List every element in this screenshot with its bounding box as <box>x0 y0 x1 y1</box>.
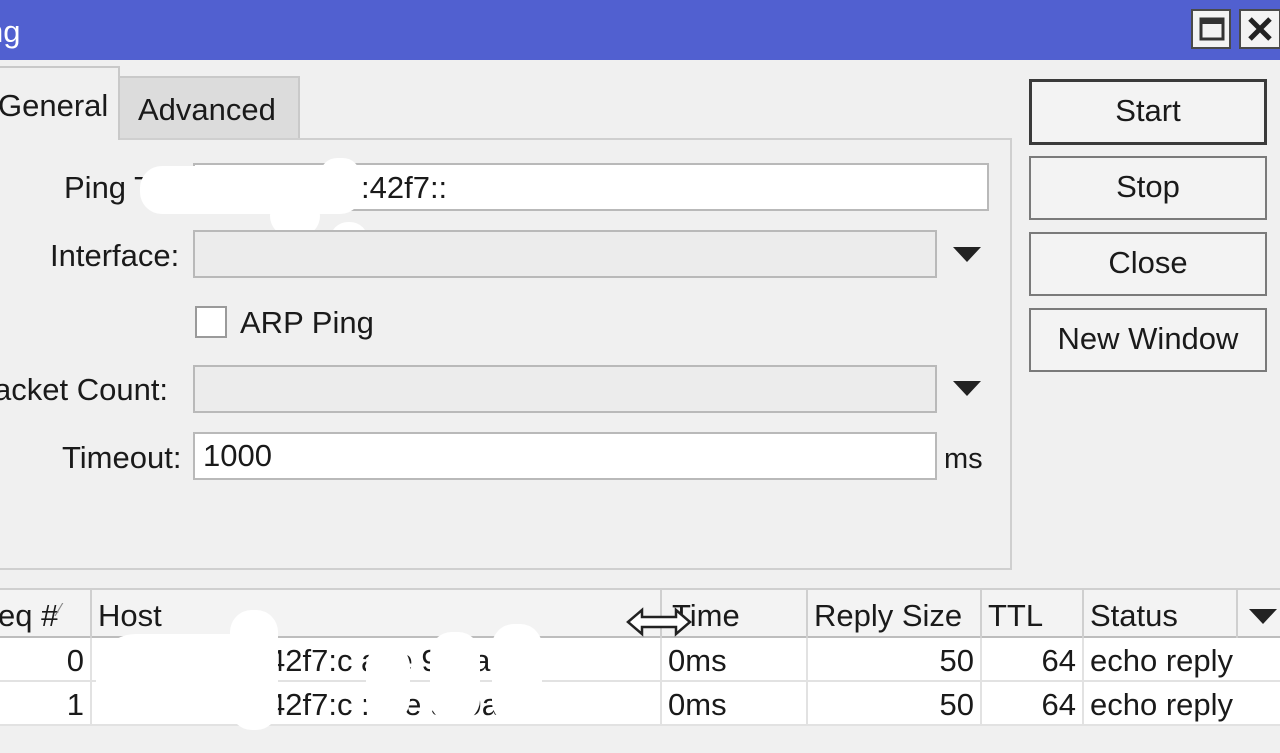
ping-window: ng Advanced General Ping T :42f7:: Inter… <box>0 0 1280 753</box>
interface-dropdown-chevron-down-icon[interactable] <box>953 247 981 262</box>
redaction-mark <box>430 632 480 722</box>
columns-menu-chevron-down-icon[interactable] <box>1249 609 1277 624</box>
resize-horizontal-icon <box>626 607 692 637</box>
timeout-value: 1000 <box>203 438 272 473</box>
title-bar[interactable]: ng <box>0 0 1280 60</box>
window-title: ng <box>0 14 21 49</box>
redaction-mark <box>492 624 542 724</box>
start-button[interactable]: Start <box>1029 79 1267 145</box>
cell-status: echo reply <box>1090 687 1234 722</box>
cell-ttl: 64 <box>982 638 1084 682</box>
packet-count-dropdown-chevron-down-icon[interactable] <box>953 381 981 396</box>
cell-seq: 0 <box>0 638 92 682</box>
tab-general[interactable]: General <box>0 66 120 140</box>
column-header-seq[interactable]: eq # ⁄ <box>0 590 92 638</box>
interface-label: Interface: <box>50 238 180 273</box>
redaction-mark <box>320 158 360 192</box>
cell-reply-size: 50 <box>808 638 982 682</box>
cell-time: 0ms <box>662 682 808 726</box>
column-header-host[interactable]: Host <box>92 590 662 638</box>
stop-button[interactable]: Stop <box>1029 156 1267 220</box>
table-header: eq # ⁄ Host Time Reply Size TTL Status <box>0 588 1280 638</box>
tab-general-label: General <box>0 88 109 123</box>
redaction-mark <box>230 610 278 730</box>
ping-to-value: :42f7:: <box>361 170 448 205</box>
packet-count-label: acket Count: <box>0 372 169 407</box>
tab-advanced-label: Advanced <box>138 92 276 127</box>
close-window-button[interactable] <box>1239 9 1280 49</box>
cell-reply-size: 50 <box>808 682 982 726</box>
interface-select[interactable] <box>193 230 937 278</box>
close-icon <box>1248 17 1272 41</box>
cell-seq: 1 <box>0 682 92 726</box>
cell-ttl: 64 <box>982 682 1084 726</box>
column-header-status[interactable]: Status <box>1084 590 1238 638</box>
cell-time: 0ms <box>662 638 808 682</box>
packet-count-select[interactable] <box>193 365 937 413</box>
arp-ping-checkbox[interactable] <box>195 306 227 338</box>
close-button[interactable]: Close <box>1029 232 1267 296</box>
column-header-reply-size[interactable]: Reply Size <box>808 590 982 638</box>
maximize-button[interactable] <box>1191 9 1231 49</box>
cell-status: echo reply <box>1090 643 1234 678</box>
arp-ping-label: ARP Ping <box>240 305 374 340</box>
new-window-button[interactable]: New Window <box>1029 308 1267 372</box>
timeout-unit: ms <box>944 443 983 475</box>
redaction-mark <box>366 644 410 722</box>
timeout-label: Timeout: <box>62 440 182 475</box>
column-header-ttl[interactable]: TTL <box>982 590 1084 638</box>
timeout-input[interactable]: 1000 <box>193 432 937 480</box>
tab-advanced[interactable]: Advanced <box>118 76 300 138</box>
sort-icon: ⁄ <box>58 600 62 620</box>
results-table: eq # ⁄ Host Time Reply Size TTL Status 0… <box>0 588 1280 753</box>
maximize-icon <box>1199 17 1225 41</box>
